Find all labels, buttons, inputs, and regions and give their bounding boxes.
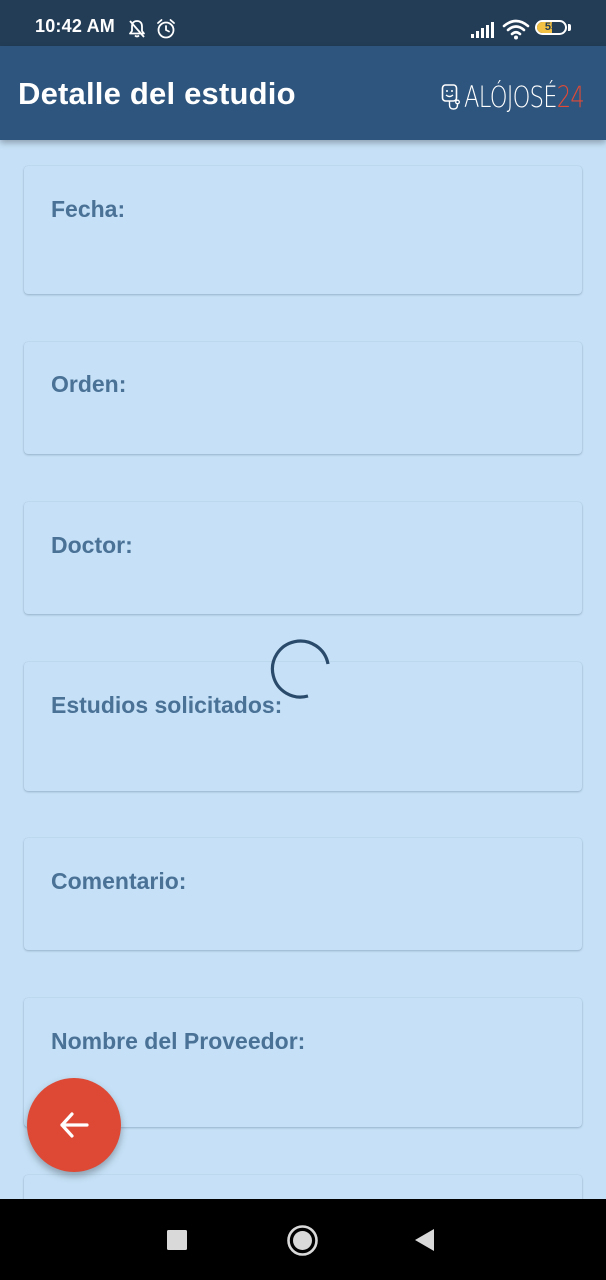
field-card-comentario: Comentario: (24, 838, 582, 950)
brand-logo: ALÓJOSÉ24 (441, 80, 606, 114)
signal-icon (471, 22, 494, 38)
brand-text: ALÓJOSÉ (464, 80, 558, 114)
field-label: Orden: (51, 371, 127, 397)
wifi-icon (502, 19, 530, 40)
arrow-back-icon (60, 1112, 89, 1138)
notifications-off-icon (129, 20, 145, 38)
brand-number: 24 (556, 80, 585, 114)
field-label: Fecha: (51, 196, 126, 222)
brand-name: ALÓJOSÉ24 (464, 80, 585, 114)
spinner-icon (270, 639, 330, 699)
back-button[interactable] (27, 1078, 121, 1172)
field-card-orden: Orden: (24, 342, 582, 454)
status-time: 10:42 AM (35, 16, 115, 36)
home-icon[interactable] (286, 1224, 319, 1257)
status-bar: 10:42 AM 55 (0, 0, 606, 46)
field-card-fecha: Fecha: (24, 166, 582, 294)
page-title: Detalle del estudio (18, 76, 296, 111)
back-icon[interactable] (414, 1228, 436, 1252)
field-label: Nombre del Proveedor: (51, 1028, 306, 1054)
recent-apps-icon[interactable] (166, 1229, 188, 1251)
field-label: Doctor: (51, 532, 133, 558)
alarm-icon (157, 19, 175, 39)
field-label: Comentario: (51, 868, 187, 894)
field-label: Estudios solicitados: (51, 692, 283, 718)
system-nav-bar (0, 1199, 606, 1280)
battery-tip (568, 24, 571, 31)
battery-level: 55 (544, 21, 558, 33)
app-bar: Detalle del estudio ALÓJOSÉ24 (0, 46, 606, 140)
field-card-doctor: Doctor: (24, 502, 582, 614)
battery-icon: 55 (535, 20, 567, 35)
stethoscope-logo-icon (441, 84, 460, 110)
